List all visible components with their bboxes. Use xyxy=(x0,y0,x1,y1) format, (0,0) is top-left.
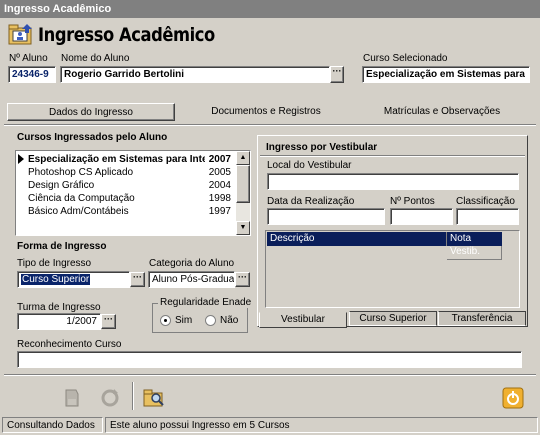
vestibular-section-title: Ingresso por Vestibular xyxy=(266,142,378,153)
list-item[interactable]: Básico Adm/Contábeis 1997 xyxy=(25,205,237,218)
row-indicator-column xyxy=(17,153,25,233)
cursos-section-title: Cursos Ingressados pelo Aluno xyxy=(17,132,168,143)
data-realizacao-label: Data da Realização xyxy=(267,196,355,207)
subtab-vestibular[interactable]: Vestibular xyxy=(259,312,347,328)
exit-icon[interactable] xyxy=(501,386,525,410)
list-item[interactable]: Design Gráfico 2004 xyxy=(25,179,237,192)
curso-selecionado-field: Especialização em Sistemas para xyxy=(362,66,530,83)
numero-pontos-label: Nº Pontos xyxy=(390,196,435,207)
grid-header-descricao[interactable]: Descrição xyxy=(267,232,447,246)
status-left: Consultando Dados xyxy=(2,417,103,433)
tipo-ingresso-lookup-button[interactable]: ··· xyxy=(130,272,145,287)
page-title: Ingresso Acadêmico xyxy=(38,24,215,46)
enade-sim-radio[interactable]: Sim xyxy=(160,315,192,326)
vestibular-divider xyxy=(260,155,525,157)
turma-ingresso-label: Turma de Ingresso xyxy=(17,302,101,313)
radio-selected-icon xyxy=(160,315,171,326)
app-folder-icon xyxy=(8,24,32,45)
status-right: Este aluno possui Ingresso em 5 Cursos xyxy=(105,417,538,433)
scroll-up-icon[interactable]: ▲ xyxy=(236,151,250,165)
nome-aluno-label: Nome do Aluno xyxy=(61,53,130,64)
radio-unselected-icon xyxy=(205,315,216,326)
classificacao-field[interactable] xyxy=(456,208,519,225)
local-vestibular-field[interactable] xyxy=(267,173,519,190)
turma-ingresso-lookup-button[interactable]: ··· xyxy=(101,314,116,329)
nome-aluno-field[interactable]: Rogerio Garrido Bertolini xyxy=(60,66,330,83)
tab-matriculas-observacoes[interactable]: Matrículas e Observações xyxy=(358,103,526,121)
reconhecimento-curso-label: Reconhecimento Curso xyxy=(17,339,122,350)
tab-dados-ingresso[interactable]: Dados do Ingresso xyxy=(7,103,175,121)
status-bar: Consultando Dados Este aluno possui Ingr… xyxy=(0,415,540,435)
local-vestibular-label: Local do Vestibular xyxy=(267,160,352,171)
subtab-transferencia[interactable]: Transferência xyxy=(438,311,526,326)
window-title: Ingresso Acadêmico xyxy=(4,3,112,15)
scroll-down-icon[interactable]: ▼ xyxy=(236,221,250,235)
list-item[interactable]: Ciência da Computação 1998 xyxy=(25,192,237,205)
categoria-aluno-field[interactable]: Aluno Pós-Graduação xyxy=(148,271,235,288)
tipo-ingresso-value: Curso Superior xyxy=(21,274,91,285)
nome-aluno-lookup-button[interactable]: ··· xyxy=(330,66,344,83)
scroll-thumb[interactable] xyxy=(236,165,250,203)
turma-ingresso-field[interactable]: 1/2007 xyxy=(17,313,101,330)
tab-divider xyxy=(4,124,536,126)
cursos-list[interactable]: Especialização em Sistemas para Inte 2007… xyxy=(15,150,251,236)
categoria-aluno-lookup-button[interactable]: ··· xyxy=(235,272,250,287)
cursos-scrollbar[interactable]: ▲ ▼ xyxy=(236,151,250,235)
tipo-ingresso-label: Tipo de Ingresso xyxy=(17,258,92,269)
numero-aluno-field[interactable]: 24346-9 xyxy=(8,66,56,83)
refresh-icon[interactable] xyxy=(98,386,122,410)
subtab-curso-superior[interactable]: Curso Superior xyxy=(349,311,437,326)
numero-pontos-field[interactable] xyxy=(390,208,453,225)
toolbar-divider xyxy=(4,374,536,376)
data-realizacao-field[interactable] xyxy=(267,208,385,225)
enade-nao-radio[interactable]: Não xyxy=(205,315,238,326)
grid-empty-cell xyxy=(447,246,502,260)
save-icon[interactable] xyxy=(60,386,84,410)
toolbar-separator xyxy=(132,382,134,410)
curso-selecionado-label: Curso Selecionado xyxy=(363,53,448,64)
list-item[interactable]: Photoshop CS Aplicado 2005 xyxy=(25,166,237,179)
categoria-aluno-label: Categoria do Aluno xyxy=(149,258,235,269)
window-title-bar[interactable]: Ingresso Acadêmico xyxy=(0,0,540,18)
classificacao-label: Classificação xyxy=(456,196,515,207)
tipo-ingresso-field[interactable]: Curso Superior xyxy=(17,271,130,288)
reconhecimento-curso-field[interactable] xyxy=(17,351,522,368)
vestibular-grid[interactable]: Descrição Nota Vestib. xyxy=(265,230,520,308)
current-row-arrow-icon xyxy=(18,154,24,164)
forma-section-title: Forma de Ingresso xyxy=(17,241,107,252)
tab-documentos-registros[interactable]: Documentos e Registros xyxy=(182,103,350,121)
regularidade-enade-label: Regularidade Enade xyxy=(158,297,254,308)
numero-aluno-label: Nº Aluno xyxy=(9,53,48,64)
search-folder-icon[interactable] xyxy=(142,386,166,410)
cursos-rows: Especialização em Sistemas para Inte 2007… xyxy=(25,153,237,218)
grid-header-nota[interactable]: Nota Vestib. xyxy=(447,232,502,257)
list-item[interactable]: Especialização em Sistemas para Inte 2007 xyxy=(25,153,237,166)
